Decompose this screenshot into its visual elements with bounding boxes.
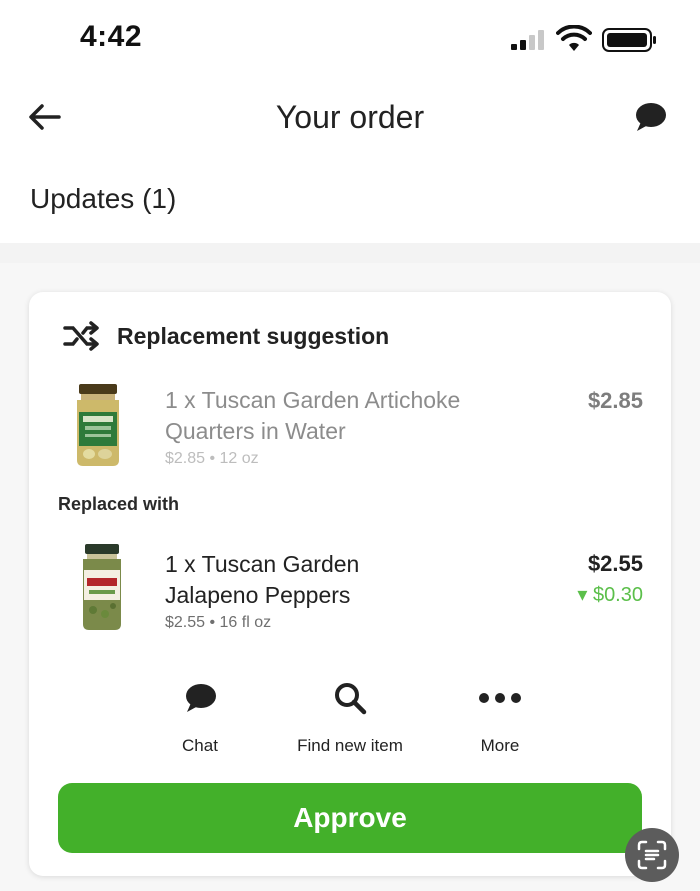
find-new-item-button[interactable]: Find new item — [270, 680, 430, 756]
status-time: 4:42 — [80, 20, 143, 53]
wifi-icon — [556, 25, 592, 51]
more-label: More — [480, 736, 520, 755]
original-item-name: 1 x Tuscan Garden Artichoke Quarters in … — [165, 387, 461, 444]
search-icon — [335, 683, 367, 715]
artichoke-jar-image — [77, 384, 119, 466]
header: Your order — [0, 85, 700, 155]
page-title: Your order — [275, 99, 425, 135]
replacement-card: Replacement suggestion 1 x Tuscan Garden… — [29, 292, 671, 876]
action-row: Chat Find new item More — [29, 680, 671, 760]
jalapeno-jar-image — [83, 544, 121, 630]
replacement-item-meta: $2.55 • 16 fl oz — [165, 614, 272, 631]
chat-bubble-icon — [186, 684, 216, 712]
shuffle-icon — [63, 321, 99, 351]
replaced-with-label: Replaced with — [58, 494, 180, 514]
battery-icon — [602, 28, 656, 52]
original-item-meta: $2.85 • 12 oz — [165, 450, 259, 467]
scan-text-icon — [637, 840, 667, 870]
more-button[interactable]: More — [420, 680, 580, 756]
status-bar: 4:42 — [0, 0, 700, 80]
price-difference: ▾ $0.30 — [577, 584, 643, 606]
replacement-item: 1 x Tuscan Garden Jalapeno Peppers $2.55… — [29, 544, 671, 636]
approve-button[interactable]: Approve — [58, 783, 642, 853]
card-header: Replacement suggestion — [63, 320, 389, 352]
updates-heading: Updates (1) — [30, 183, 177, 214]
more-dots-icon — [479, 693, 521, 703]
chat-button[interactable] — [630, 97, 670, 137]
chat-bubble-icon — [636, 103, 666, 131]
scan-text-button[interactable] — [625, 828, 679, 882]
replacement-item-price: $2.55 — [587, 551, 643, 576]
divider — [0, 243, 700, 263]
find-new-item-label: Find new item — [297, 736, 403, 755]
original-item: 1 x Tuscan Garden Artichoke Quarters in … — [29, 380, 671, 470]
cellular-signal-icon — [511, 30, 544, 50]
replacement-item-name: 1 x Tuscan Garden Jalapeno Peppers — [165, 551, 360, 608]
chat-action-button[interactable]: Chat — [120, 680, 280, 756]
chat-action-label: Chat — [182, 736, 218, 755]
card-title: Replacement suggestion — [117, 322, 390, 349]
original-item-price: $2.85 — [587, 388, 643, 413]
